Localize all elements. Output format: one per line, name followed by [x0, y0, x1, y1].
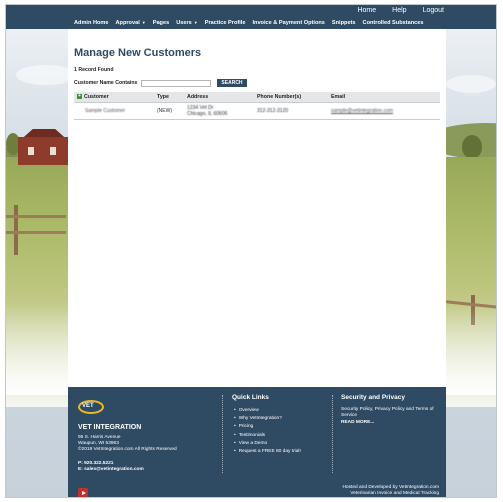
column-header-address: Address: [184, 92, 254, 103]
customer-email-link[interactable]: sample@vetintegration.com: [331, 108, 393, 114]
customer-phone-cell: 312-312-3120: [254, 102, 328, 120]
search-button[interactable]: SEARCH: [217, 79, 247, 87]
read-more-link[interactable]: READ MORE...: [341, 420, 374, 425]
top-navigation-bar: Home Help Logout Admin Home Approval ▼ Pa…: [6, 5, 496, 29]
vet-integration-logo[interactable]: VET: [78, 398, 104, 418]
quick-link-demo[interactable]: View a Demo: [234, 440, 301, 448]
quick-link-overview[interactable]: Overview: [234, 407, 301, 415]
quick-link-testimonials[interactable]: Testimonials: [234, 432, 301, 440]
nav-item-invoice-payment-options[interactable]: Invoice & Payment Options: [252, 20, 324, 26]
footer-email[interactable]: E: sales@vetintegration.com: [78, 467, 144, 473]
footer-address: 95 S. Harris Avenue Waupun, WI 53963 ©20…: [78, 435, 177, 452]
footer-brand: VET INTEGRATION: [78, 424, 142, 431]
nav-item-controlled-substances[interactable]: Controlled Substances: [363, 20, 424, 26]
customer-name-cell[interactable]: Sample Customer: [74, 102, 154, 120]
search-label: Customer Name Contains: [74, 80, 138, 86]
footer-divider: [222, 395, 223, 473]
security-privacy-title: Security and Privacy: [341, 394, 405, 401]
search-row: Customer Name Contains SEARCH: [74, 79, 247, 87]
home-link[interactable]: Home: [357, 7, 376, 14]
customers-table: + Customer Type Address Phone Number(s) E…: [74, 92, 440, 120]
footer: VET VET INTEGRATION 95 S. Harris Avenue …: [68, 387, 446, 497]
nav-item-admin-home[interactable]: Admin Home: [74, 20, 109, 26]
column-header-customer: + Customer: [74, 92, 154, 103]
security-privacy-text[interactable]: Security Policy, Privacy Policy and Term…: [341, 407, 436, 419]
customer-type-cell: (NEW): [154, 102, 184, 120]
nav-item-pages[interactable]: Pages: [153, 20, 169, 26]
customer-address-cell: 1234 Vet Dr Chicago, IL 60606: [184, 102, 254, 120]
page-frame: Home Help Logout Admin Home Approval ▼ Pa…: [5, 4, 497, 498]
main-nav: Admin Home Approval ▼ Pages Users ▼ Practi…: [68, 16, 446, 29]
chevron-down-icon: ▼: [141, 19, 146, 25]
footer-credit: Hosted and Developed by VetIntegration.c…: [342, 485, 439, 496]
quick-link-why[interactable]: Why VetIntegration?: [234, 415, 301, 423]
table-row[interactable]: Sample Customer (NEW) 1234 Vet Dr Chicag…: [74, 102, 440, 120]
column-header-phone: Phone Number(s): [254, 92, 328, 103]
quick-links-title: Quick Links: [232, 394, 269, 401]
quick-link-trial[interactable]: Request a FREE 60 day trial!: [234, 448, 301, 456]
logout-link[interactable]: Logout: [423, 7, 444, 14]
nav-item-practice-profile[interactable]: Practice Profile: [205, 20, 246, 26]
nav-item-approval[interactable]: Approval ▼: [116, 20, 146, 26]
expand-plus-icon[interactable]: +: [77, 94, 82, 100]
footer-divider: [332, 395, 333, 473]
column-header-email: Email: [328, 92, 440, 103]
customer-email-cell[interactable]: sample@vetintegration.com: [328, 102, 440, 120]
search-input[interactable]: [141, 79, 212, 87]
page-title: Manage New Customers: [74, 47, 202, 59]
nav-item-users[interactable]: Users ▼: [176, 20, 198, 26]
footer-contact: P: 920.322.5221 E: sales@vetintegration.…: [78, 461, 144, 473]
youtube-icon[interactable]: [78, 488, 88, 497]
chevron-down-icon: ▼: [193, 19, 198, 25]
help-link[interactable]: Help: [392, 7, 406, 14]
content-panel: Manage New Customers 1 Record Found Cust…: [68, 29, 446, 387]
utility-nav: Home Help Logout: [357, 7, 444, 14]
record-count: 1 Record Found: [74, 67, 114, 73]
quick-links-list: Overview Why VetIntegration? Pricing Tes…: [234, 407, 301, 456]
column-header-type: Type: [154, 92, 184, 103]
nav-item-snippets[interactable]: Snippets: [332, 20, 356, 26]
quick-link-pricing[interactable]: Pricing: [234, 423, 301, 431]
table-header-row: + Customer Type Address Phone Number(s) E…: [74, 92, 440, 103]
